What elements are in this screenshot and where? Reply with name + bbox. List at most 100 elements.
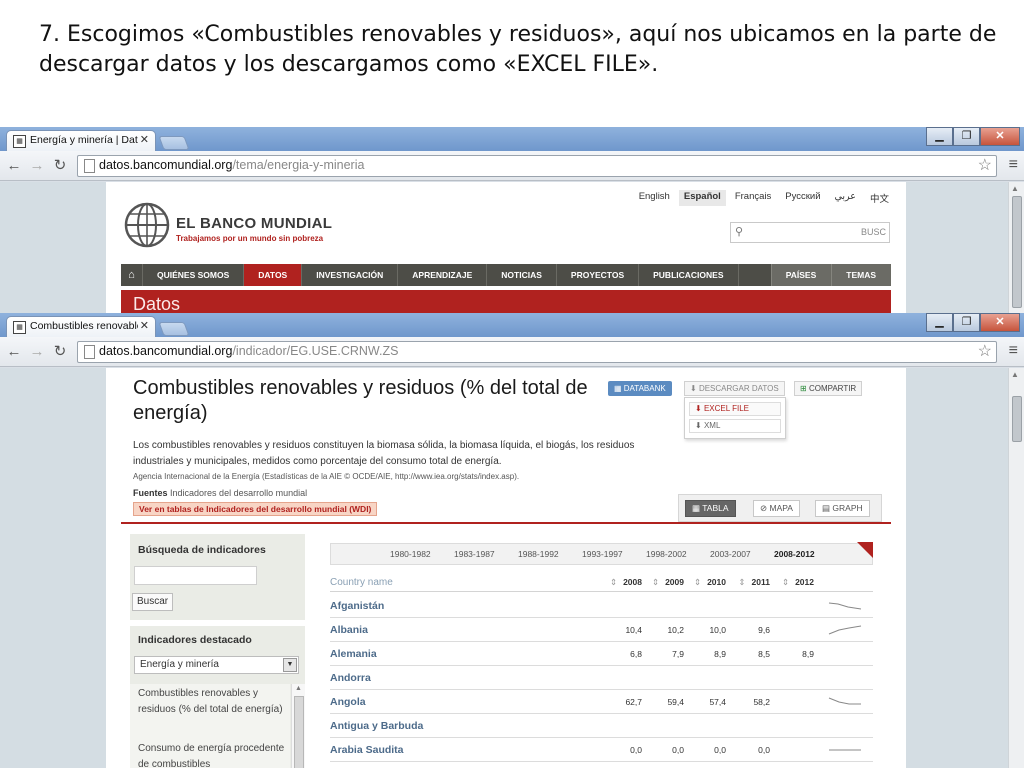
new-tab-button[interactable] bbox=[158, 136, 190, 150]
period-1980-1982[interactable]: 1980-1982 bbox=[390, 549, 431, 559]
country-link[interactable]: Angola bbox=[330, 696, 366, 708]
tab-close-icon[interactable]: ✕ bbox=[140, 133, 149, 146]
search-button-label[interactable]: BUSC bbox=[861, 227, 886, 237]
country-name-header[interactable]: Country name bbox=[330, 577, 393, 588]
nav-investigacion[interactable]: INVESTIGACIÓN bbox=[302, 264, 399, 286]
year-header[interactable]: ⇕ 2010 bbox=[686, 577, 726, 588]
nav-aprendizaje[interactable]: APRENDIZAJE bbox=[398, 264, 488, 286]
scroll-up-icon[interactable]: ▲ bbox=[295, 685, 302, 692]
bookmark-star-icon[interactable]: ☆ bbox=[978, 156, 992, 176]
new-tab-button[interactable] bbox=[158, 322, 190, 336]
period-2008-2012[interactable]: 2008-2012 bbox=[774, 549, 815, 559]
table-cell: 10,2 bbox=[667, 625, 684, 635]
back-arrow-icon[interactable]: ← bbox=[4, 342, 24, 362]
country-link[interactable]: Albania bbox=[330, 624, 368, 636]
minimize-icon[interactable]: ▁ bbox=[926, 127, 953, 146]
compartir-button[interactable]: ⊞ COMPARTIR bbox=[794, 381, 863, 396]
address-bar[interactable]: datos.bancomundial.org/tema/energia-y-mi… bbox=[77, 155, 997, 177]
nav-quienes-somos[interactable]: QUIÉNES SOMOS bbox=[143, 264, 245, 286]
world-bank-page: English Español Français Русский عربي 中文… bbox=[106, 182, 906, 313]
download-arrow-icon: ⬇ bbox=[695, 404, 704, 413]
year-header[interactable]: ⇕ 2011 bbox=[730, 577, 770, 588]
table-cell: 8,9 bbox=[802, 649, 814, 659]
excel-file-option[interactable]: ⬇ EXCEL FILE bbox=[689, 402, 781, 416]
tab-energia-mineria[interactable]: ▦ Energía y minería | Datos ✕ bbox=[6, 130, 156, 151]
scroll-thumb[interactable] bbox=[1012, 196, 1022, 308]
page-viewport: Combustibles renovables y residuos (% de… bbox=[0, 368, 1024, 768]
country-link[interactable]: Afganistán bbox=[330, 600, 384, 612]
back-arrow-icon[interactable]: ← bbox=[4, 156, 24, 176]
list-item[interactable]: Consumo de energía procedente de combust… bbox=[138, 741, 286, 768]
tab-tabla[interactable]: ▦ TABLA bbox=[685, 500, 736, 517]
country-link[interactable]: Alemania bbox=[330, 648, 377, 660]
maximize-icon[interactable]: ❐ bbox=[953, 127, 980, 146]
minimize-icon[interactable]: ▁ bbox=[926, 313, 953, 332]
address-bar[interactable]: datos.bancomundial.org/indicador/EG.USE.… bbox=[77, 341, 997, 363]
browser-window-energia: ▦ Energía y minería | Datos ✕ ▁ ❐ ✕ ← → … bbox=[0, 127, 1024, 313]
nav-proyectos[interactable]: PROYECTOS bbox=[557, 264, 640, 286]
lang-arabic[interactable]: عربي bbox=[830, 190, 861, 206]
tab-graph[interactable]: ▤ GRAPH bbox=[815, 500, 870, 517]
datos-banner: Datos bbox=[121, 290, 891, 313]
close-window-icon[interactable]: ✕ bbox=[980, 127, 1020, 146]
tab-mapa[interactable]: ⊘ MAPA bbox=[753, 500, 800, 517]
reload-icon[interactable]: ↻ bbox=[50, 156, 70, 176]
period-2003-2007[interactable]: 2003-2007 bbox=[710, 549, 751, 559]
buscar-button[interactable]: Buscar bbox=[132, 593, 174, 611]
nav-paises[interactable]: PAÍSES bbox=[770, 264, 832, 286]
country-link[interactable]: Antigua y Barbuda bbox=[330, 720, 423, 732]
nav-publicaciones[interactable]: PUBLICACIONES bbox=[639, 264, 739, 286]
reload-icon[interactable]: ↻ bbox=[50, 342, 70, 362]
indicator-search-input[interactable] bbox=[134, 566, 257, 585]
scroll-thumb[interactable] bbox=[294, 696, 304, 768]
list-scrollbar[interactable]: ▲ bbox=[291, 684, 305, 768]
menu-icon[interactable]: ≡ bbox=[1009, 156, 1018, 174]
lang-espanol[interactable]: Español bbox=[678, 190, 726, 206]
table-row: Antigua y Barbuda bbox=[330, 714, 873, 738]
table-cell: 8,9 bbox=[714, 649, 726, 659]
nav-temas[interactable]: TEMAS bbox=[831, 264, 891, 286]
tab-close-icon[interactable]: ✕ bbox=[140, 319, 149, 332]
lang-chinese[interactable]: 中文 bbox=[865, 190, 894, 206]
logo-name: EL BANCO MUNDIAL bbox=[176, 215, 333, 232]
xml-option[interactable]: ⬇ XML bbox=[689, 419, 781, 433]
period-1998-2002[interactable]: 1998-2002 bbox=[646, 549, 687, 559]
menu-icon[interactable]: ≡ bbox=[1009, 342, 1018, 360]
year-header[interactable]: ⇕ 2012 bbox=[774, 577, 814, 588]
bookmark-star-icon[interactable]: ☆ bbox=[978, 342, 992, 362]
databank-button[interactable]: ▦ DATABANK bbox=[608, 381, 672, 396]
year-header[interactable]: ⇕ 2008 bbox=[602, 577, 642, 588]
nav-datos[interactable]: DATOS bbox=[244, 264, 303, 286]
scroll-up-icon[interactable]: ▲ bbox=[1011, 184, 1019, 193]
maximize-icon[interactable]: ❐ bbox=[953, 313, 980, 332]
list-item[interactable]: Combustibles renovables y residuos (% de… bbox=[138, 686, 286, 718]
site-search-input[interactable]: ⚲ BUSC bbox=[730, 222, 890, 243]
close-window-icon[interactable]: ✕ bbox=[980, 313, 1020, 332]
period-1988-1992[interactable]: 1988-1992 bbox=[518, 549, 559, 559]
scroll-thumb[interactable] bbox=[1012, 396, 1022, 442]
corner-flag-icon bbox=[857, 542, 873, 558]
sparkline-icon bbox=[828, 602, 862, 610]
country-link[interactable]: Andorra bbox=[330, 672, 371, 684]
forward-arrow-icon[interactable]: → bbox=[27, 156, 47, 176]
year-header[interactable]: ⇕ 2009 bbox=[644, 577, 684, 588]
country-link[interactable]: Arabia Saudita bbox=[330, 744, 404, 756]
page-icon bbox=[84, 345, 95, 359]
scroll-up-icon[interactable]: ▲ bbox=[1011, 370, 1019, 379]
view-tabs: ▦ TABLA ⊘ MAPA ▤ GRAPH bbox=[678, 494, 882, 522]
wdi-tables-link[interactable]: Ver en tablas de Indicadores del desarro… bbox=[133, 502, 378, 516]
page-scrollbar[interactable]: ▲ bbox=[1008, 182, 1024, 313]
databank-icon: ▦ bbox=[614, 384, 624, 393]
descargar-datos-button[interactable]: ⬇ DESCARGAR DATOS bbox=[684, 381, 785, 396]
period-1993-1997[interactable]: 1993-1997 bbox=[582, 549, 623, 559]
tab-combustibles[interactable]: ▦ Combustibles renovables ✕ bbox=[6, 316, 156, 337]
nav-noticias[interactable]: NOTICIAS bbox=[487, 264, 557, 286]
topic-select[interactable]: Energía y minería ▼ bbox=[134, 656, 299, 674]
lang-francais[interactable]: Français bbox=[730, 190, 776, 206]
home-icon[interactable]: ⌂ bbox=[121, 264, 143, 286]
forward-arrow-icon[interactable]: → bbox=[27, 342, 47, 362]
period-1983-1987[interactable]: 1983-1987 bbox=[454, 549, 495, 559]
lang-english[interactable]: English bbox=[634, 190, 675, 206]
lang-russian[interactable]: Русский bbox=[780, 190, 825, 206]
page-scrollbar[interactable]: ▲ bbox=[1008, 368, 1024, 768]
